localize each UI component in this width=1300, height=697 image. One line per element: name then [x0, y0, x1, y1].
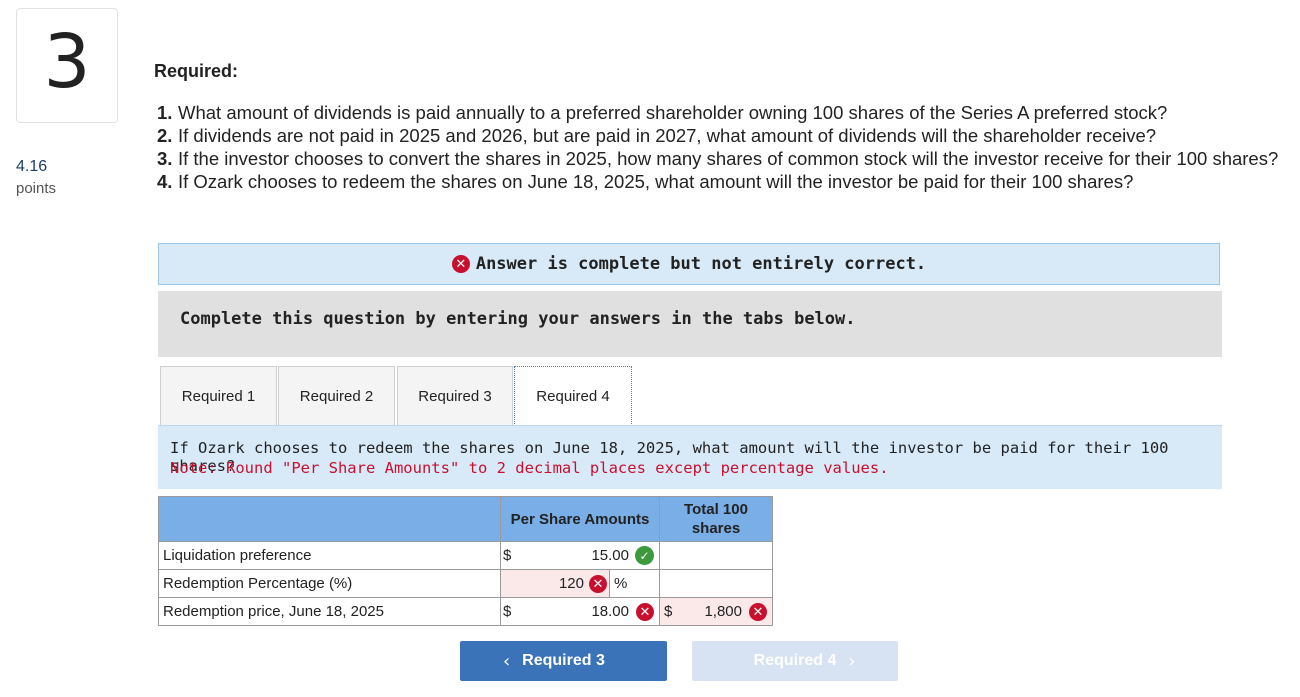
currency-symbol: $	[503, 547, 512, 564]
percent-sign: %	[614, 575, 628, 592]
prompt-note: Note: Round "Per Share Amounts" to 2 dec…	[170, 459, 889, 477]
prev-label: Required 3	[522, 652, 605, 669]
table-header-row: Per Share Amounts Total 100 shares	[158, 496, 773, 542]
error-icon: ✕	[636, 603, 654, 621]
tab-required-1[interactable]: Required 1	[160, 366, 277, 425]
instruction-panel: Complete this question by entering your …	[158, 291, 1222, 357]
total-cell: $ 1,800 ✕	[659, 597, 773, 626]
banner-text: Answer is complete but not entirely corr…	[475, 254, 927, 274]
redemption-price-input[interactable]: 18.00	[591, 603, 629, 620]
points-label: points	[16, 180, 57, 197]
table-row: Redemption Percentage (%) 120 ✕ %	[158, 569, 773, 598]
error-icon: ✕	[749, 603, 767, 621]
per-share-cell: $ 18.00 ✕	[500, 597, 660, 626]
question-list: 1. What amount of dividends is paid annua…	[157, 101, 1287, 193]
redemption-total-input[interactable]: 1,800	[704, 603, 742, 620]
per-share-header: Per Share Amounts	[500, 496, 660, 542]
next-label: Required 4	[753, 652, 837, 669]
question-item: 4. If Ozark chooses to redeem the shares …	[157, 171, 1134, 192]
error-icon: ✕	[451, 255, 470, 273]
liquidation-preference-input[interactable]: 15.00	[591, 547, 629, 564]
total-header: Total 100 shares	[659, 496, 773, 542]
tab-required-2[interactable]: Required 2	[278, 366, 395, 425]
table-row: Liquidation preference $ 15.00 ✓	[158, 541, 773, 570]
instruction-text: Complete this question by entering your …	[180, 309, 856, 329]
chevron-left-icon: ‹	[502, 650, 511, 672]
row-label: Redemption Percentage (%)	[158, 569, 501, 598]
currency-symbol: $	[503, 603, 512, 620]
question-item: 1. What amount of dividends is paid annua…	[157, 102, 1168, 123]
result-banner: ✕ Answer is complete but not entirely co…	[158, 243, 1220, 285]
tab-required-4[interactable]: Required 4	[514, 366, 632, 426]
currency-symbol: $	[664, 603, 673, 620]
chevron-right-icon: ›	[848, 650, 856, 672]
prompt-panel: If Ozark chooses to redeem the shares on…	[158, 425, 1222, 489]
total-cell	[659, 541, 773, 570]
blank-header	[158, 496, 501, 542]
answer-table: Per Share Amounts Total 100 shares Liqui…	[158, 496, 773, 626]
tab-required-3[interactable]: Required 3	[397, 366, 513, 425]
question-number: 3	[43, 18, 91, 105]
row-label: Liquidation preference	[158, 541, 501, 570]
question-number-box: 3	[16, 8, 118, 123]
total-cell	[659, 569, 773, 598]
question-item: 3. If the investor chooses to convert the…	[157, 148, 1279, 169]
prev-button[interactable]: ‹ Required 3 ›	[460, 641, 667, 681]
question-item: 2. If dividends are not paid in 2025 and …	[157, 125, 1157, 146]
error-icon: ✕	[589, 575, 607, 593]
points-value: 4.16	[16, 158, 48, 175]
per-share-cell: 120 ✕ %	[500, 569, 660, 598]
per-share-cell: $ 15.00 ✓	[500, 541, 660, 570]
check-icon: ✓	[635, 546, 654, 565]
row-label: Redemption price, June 18, 2025	[158, 597, 501, 626]
next-button[interactable]: ‹ Required 4 ›	[692, 641, 898, 681]
required-heading: Required:	[154, 61, 239, 81]
redemption-percentage-input[interactable]: 120	[559, 575, 584, 592]
table-row: Redemption price, June 18, 2025 $ 18.00 …	[158, 597, 773, 626]
